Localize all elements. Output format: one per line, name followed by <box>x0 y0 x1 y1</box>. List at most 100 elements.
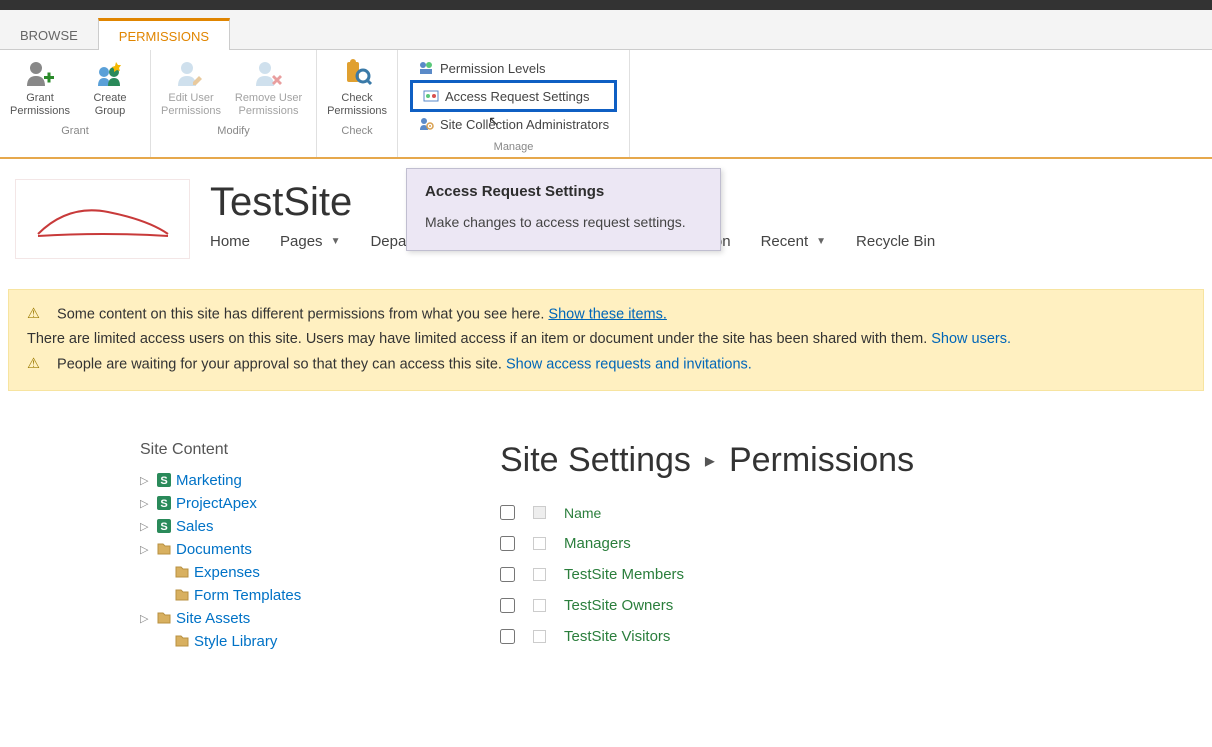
permission-row: TestSite Visitors <box>500 621 1172 652</box>
svg-text:S: S <box>160 521 167 533</box>
permissions-panel: Site Settings ▸ Permissions Name Manager… <box>500 441 1172 653</box>
tree-link[interactable]: Documents <box>176 541 252 558</box>
library-icon <box>174 587 190 603</box>
group-name-link[interactable]: TestSite Owners <box>564 597 673 614</box>
row-checkbox[interactable] <box>500 536 515 551</box>
tree-link[interactable]: Form Templates <box>194 587 301 604</box>
tooltip-body: Make changes to access request settings. <box>425 212 702 232</box>
tree-link[interactable]: ProjectApex <box>176 495 257 512</box>
tab-permissions[interactable]: PERMISSIONS <box>98 18 230 50</box>
row-checkbox[interactable] <box>500 629 515 644</box>
access-request-settings-button[interactable]: Access Request Settings <box>410 80 617 112</box>
create-group-icon <box>94 58 126 90</box>
breadcrumb-permissions: Permissions <box>729 441 914 480</box>
edit-user-permissions-button[interactable]: Edit User Permissions <box>161 55 221 121</box>
svg-text:S: S <box>160 498 167 510</box>
permissions-header-row: Name <box>500 498 1172 528</box>
access-request-icon <box>423 88 439 104</box>
permission-row: TestSite Members <box>500 559 1172 590</box>
check-permissions-icon <box>341 58 373 90</box>
ribbon-group-check: Check Permissions Check <box>317 50 398 157</box>
chevron-down-icon: ▼ <box>331 236 341 247</box>
permission-levels-button[interactable]: Permission Levels <box>410 57 617 79</box>
grant-permissions-icon <box>24 58 56 90</box>
type-checkbox[interactable] <box>533 568 546 581</box>
check-permissions-button[interactable]: Check Permissions <box>327 55 387 121</box>
nav-recent-label: Recent <box>761 233 809 250</box>
group-name-grant: Grant <box>61 125 89 137</box>
breadcrumb-site-settings[interactable]: Site Settings <box>500 441 691 480</box>
site-icon: S <box>156 518 172 534</box>
type-checkbox[interactable] <box>533 599 546 612</box>
tree-link[interactable]: Style Library <box>194 633 277 650</box>
group-name-link[interactable]: TestSite Members <box>564 566 684 583</box>
site-content-title: Site Content <box>140 441 440 459</box>
library-icon <box>174 633 190 649</box>
edit-user-icon <box>175 58 207 90</box>
site-collection-admins-button[interactable]: Site Collection Administrators <box>410 113 617 135</box>
group-name-check: Check <box>341 125 372 137</box>
row-checkbox[interactable] <box>500 598 515 613</box>
tree-item: ▷ Site Assets <box>140 607 440 630</box>
nav-pages-label: Pages <box>280 233 323 250</box>
ribbon-group-grant: Grant Permissions Create Group Grant <box>0 50 151 157</box>
nav-recycle-bin[interactable]: Recycle Bin <box>856 233 935 250</box>
show-access-requests-link[interactable]: Show access requests and invitations. <box>506 357 752 373</box>
grant-permissions-button[interactable]: Grant Permissions <box>10 55 70 121</box>
edit-user-label: Edit User Permissions <box>161 92 221 118</box>
window-top-bar <box>0 0 1212 10</box>
tooltip: Access Request Settings Make changes to … <box>406 168 721 251</box>
warning-icon: ⚠ <box>27 352 45 377</box>
grant-permissions-label: Grant Permissions <box>10 92 70 118</box>
library-icon <box>156 541 172 557</box>
group-name-link[interactable]: Managers <box>564 535 631 552</box>
group-name-link[interactable]: TestSite Visitors <box>564 628 670 645</box>
tree-link[interactable]: Site Assets <box>176 610 250 627</box>
tree-item: Style Library <box>140 630 440 653</box>
tree-item: ▷ S Sales <box>140 515 440 538</box>
nav-home[interactable]: Home <box>210 233 250 250</box>
expand-arrow-icon[interactable]: ▷ <box>140 474 152 487</box>
breadcrumb: Site Settings ▸ Permissions <box>500 441 1172 480</box>
tree-link[interactable]: Expenses <box>194 564 260 581</box>
tree-link[interactable]: Marketing <box>176 472 242 489</box>
name-column-header[interactable]: Name <box>564 505 601 521</box>
library-icon <box>156 610 172 626</box>
group-name-manage: Manage <box>494 141 534 153</box>
type-header-icon <box>533 506 546 519</box>
ribbon-group-manage: Permission Levels Access Request Setting… <box>398 50 630 157</box>
remove-user-permissions-button[interactable]: Remove User Permissions <box>231 55 306 121</box>
row-checkbox[interactable] <box>500 567 515 582</box>
tree-item: ▷ S Marketing <box>140 469 440 492</box>
expand-arrow-icon[interactable]: ▷ <box>140 612 152 625</box>
nav-pages[interactable]: Pages ▼ <box>280 233 340 250</box>
remove-user-label: Remove User Permissions <box>234 92 303 118</box>
notice-text-3: People are waiting for your approval so … <box>57 357 506 373</box>
nav-recent[interactable]: Recent ▼ <box>761 233 826 250</box>
type-checkbox[interactable] <box>533 537 546 550</box>
site-icon: S <box>156 495 172 511</box>
chevron-down-icon: ▼ <box>816 236 826 247</box>
show-users-link[interactable]: Show users. <box>931 331 1011 347</box>
warning-icon: ⚠ <box>27 302 45 327</box>
permission-row: Managers <box>500 528 1172 559</box>
group-name-modify: Modify <box>217 125 249 137</box>
tree-link[interactable]: Sales <box>176 518 214 535</box>
notice-text-2: There are limited access users on this s… <box>27 331 931 347</box>
expand-arrow-icon[interactable]: ▷ <box>140 543 152 556</box>
site-logo[interactable] <box>15 179 190 259</box>
type-checkbox[interactable] <box>533 630 546 643</box>
tab-browse[interactable]: BROWSE <box>0 20 98 49</box>
site-collection-admins-label: Site Collection Administrators <box>440 117 609 132</box>
create-group-button[interactable]: Create Group <box>80 55 140 121</box>
remove-user-icon <box>253 58 285 90</box>
svg-text:S: S <box>160 475 167 487</box>
expand-arrow-icon[interactable]: ▷ <box>140 497 152 510</box>
site-content-tree: Site Content ▷SMarketing▷SProjectApex▷SS… <box>140 441 440 653</box>
expand-arrow-icon[interactable]: ▷ <box>140 520 152 533</box>
ribbon-tabs: BROWSE PERMISSIONS <box>0 10 1212 50</box>
show-these-items-link[interactable]: Show these items. <box>548 306 666 322</box>
select-all-checkbox[interactable] <box>500 505 515 520</box>
tooltip-title: Access Request Settings <box>425 183 702 200</box>
tree-item: ▷ S ProjectApex <box>140 492 440 515</box>
